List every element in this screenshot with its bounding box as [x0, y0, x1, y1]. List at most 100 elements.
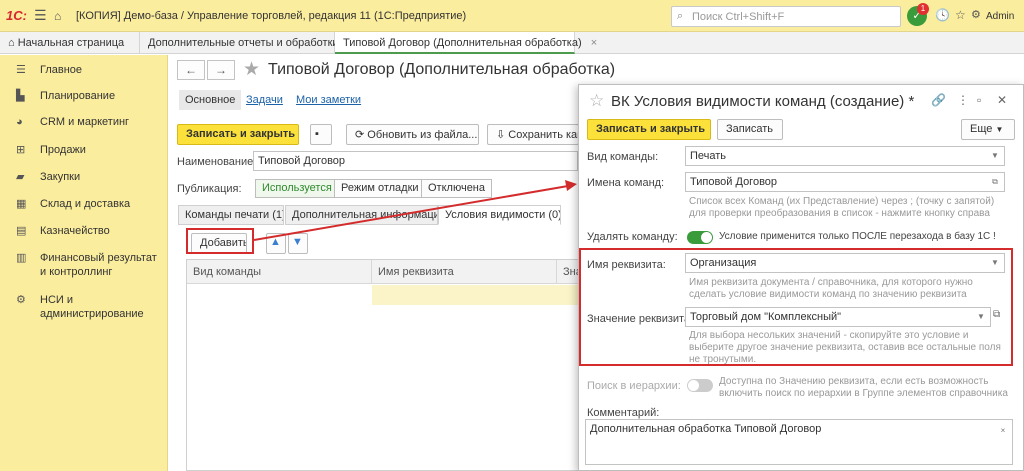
chevron-down-icon: ▼: [977, 312, 985, 321]
names-field[interactable]: Типовой Договор ⧉: [685, 172, 1005, 192]
search-input[interactable]: ⌕ Поиск Ctrl+Shift+F: [671, 6, 901, 27]
menu-icon[interactable]: ☰: [34, 7, 47, 24]
hier-toggle[interactable]: [687, 379, 713, 392]
save-to-file-button[interactable]: ⇩ Сохранить как: [487, 124, 579, 145]
nav-main[interactable]: Основное: [179, 90, 242, 110]
delete-label: Удалять команду:: [587, 231, 678, 243]
val-label: Значение реквизита:: [587, 313, 694, 325]
val-hint-3: не тронутыми.: [689, 354, 757, 365]
refresh-from-file-button[interactable]: ⟳ Обновить из файла...: [346, 124, 479, 145]
publication-debug[interactable]: Режим отладки: [334, 179, 426, 198]
refresh-icon: ⟳: [355, 129, 368, 141]
back-button[interactable]: ←: [177, 60, 205, 80]
tab-print-commands[interactable]: Команды печати (1): [178, 205, 284, 225]
attr-select[interactable]: Организация ▼: [685, 253, 1005, 273]
sidebar-item-crm[interactable]: ◕ CRM и маркетинг: [0, 115, 168, 129]
table-row[interactable]: [372, 285, 585, 305]
sidebar-item-main[interactable]: ☰ Главное: [0, 63, 168, 77]
kind-select[interactable]: Печать ▼: [685, 146, 1005, 166]
attr-hint-1: Имя реквизита документа / справочника, д…: [689, 277, 973, 288]
history-icon[interactable]: 🕓: [935, 8, 950, 22]
save-close-button[interactable]: Записать и закрыть: [177, 124, 299, 145]
column-header[interactable]: Имя реквизита: [372, 260, 557, 284]
sidebar: ☰ Главное ▙ Планирование ◕ CRM и маркетинг …: [0, 55, 168, 471]
open-icon[interactable]: ⧉: [993, 309, 1000, 320]
hier-hint-2: включить поиск по иерархии в Группе элем…: [719, 388, 1008, 399]
home-tab-icon: ⌂: [8, 37, 15, 49]
column-header[interactable]: Вид команды: [187, 260, 372, 284]
search-icon: ⌕: [677, 10, 684, 22]
sidebar-item-nsi[interactable]: ⚙ НСИ и администрирование: [0, 293, 150, 321]
kind-value: Печать: [690, 150, 727, 162]
nav-tasks[interactable]: Задачи: [246, 94, 283, 106]
delete-toggle[interactable]: [687, 231, 713, 244]
dialog-more-button[interactable]: Еще ▼: [961, 119, 1015, 140]
sidebar-item-label: Закупки: [40, 171, 81, 183]
close-tab-icon[interactable]: ×: [591, 37, 597, 49]
tab-visibility-conditions[interactable]: Условия видимости (0): [438, 205, 561, 225]
list-icon: ☰: [16, 64, 26, 76]
toggle-knob: [701, 232, 712, 243]
publication-label: Публикация:: [177, 183, 242, 195]
user-name[interactable]: Admin: [986, 11, 1014, 22]
open-icon[interactable]: ⧉: [988, 175, 1002, 189]
name-field[interactable]: Типовой Договор: [253, 151, 578, 171]
toggle-knob: [688, 380, 699, 391]
sidebar-item-label: Склад и доставка: [40, 198, 131, 210]
sidebar-item-finance[interactable]: ▥ Финансовый результат и контроллинг: [0, 251, 160, 279]
sidebar-item-label: CRM и маркетинг: [40, 116, 130, 128]
refresh-label: Обновить из файла...: [367, 129, 478, 141]
names-value: Типовой Договор: [690, 176, 778, 188]
tab-additional-reports[interactable]: Дополнительные отчеты и обработки: [140, 32, 339, 54]
kind-label: Вид команды:: [587, 151, 659, 163]
money-icon: ▤: [16, 225, 27, 237]
tab-typical-contract[interactable]: Типовой Договор (Дополнительная обработк…: [335, 32, 597, 54]
link-icon[interactable]: 🔗: [931, 93, 946, 107]
search-placeholder: Поиск Ctrl+Shift+F: [692, 11, 785, 23]
sidebar-item-planning[interactable]: ▙ Планирование: [0, 89, 168, 103]
home-icon[interactable]: ⌂: [54, 9, 61, 23]
comment-value: Дополнительная обработка Типовой Договор: [590, 423, 822, 435]
add-highlight: [186, 228, 254, 254]
publication-in-use[interactable]: Используется: [255, 179, 339, 198]
sidebar-item-treasury[interactable]: ▤ Казначейство: [0, 224, 168, 238]
tab-label: Типовой Договор (Дополнительная обработк…: [343, 37, 582, 49]
dialog-save-button[interactable]: Записать: [717, 119, 783, 140]
more-options-icon[interactable]: ⋮: [957, 93, 969, 107]
nav-notes[interactable]: Мои заметки: [296, 94, 361, 106]
name-label: Наименование:: [177, 156, 257, 168]
settings-icon[interactable]: ⚙: [971, 8, 981, 21]
dialog-title: ВК Условия видимости команд (создание) *: [611, 93, 915, 110]
dialog-save-close-button[interactable]: Записать и закрыть: [587, 119, 711, 140]
val-hint-1: Для выбора несольких значений - скопируй…: [689, 330, 969, 341]
sidebar-item-purchases[interactable]: ▰ Закупки: [0, 170, 168, 184]
clear-icon[interactable]: ×: [996, 424, 1010, 438]
tab-home[interactable]: ⌂ Начальная страница: [0, 32, 140, 54]
title-bar: 1С: ☰ ⌂ [КОПИЯ] Демо-база / Управление т…: [0, 0, 1024, 32]
publication-disabled[interactable]: Отключена: [421, 179, 492, 198]
forward-button[interactable]: →: [207, 60, 235, 80]
save-disk-icon[interactable]: ▪: [310, 124, 332, 145]
comment-field[interactable]: Дополнительная обработка Типовой Договор…: [585, 419, 1013, 465]
attr-value: Организация: [690, 257, 757, 269]
val-select[interactable]: Торговый дом "Комплексный" ▼: [685, 307, 991, 327]
chevron-down-icon: ▼: [995, 125, 1004, 134]
names-label: Имена команд:: [587, 177, 665, 189]
tab-additional-info[interactable]: Дополнительная информация: [285, 205, 438, 225]
sidebar-item-label: Финансовый результат и контроллинг: [40, 252, 157, 278]
sidebar-item-warehouse[interactable]: ▦ Склад и доставка: [0, 197, 168, 211]
close-icon[interactable]: ✕: [997, 93, 1007, 107]
minimize-icon[interactable]: ▫: [977, 93, 981, 107]
chevron-down-icon: ▼: [991, 151, 999, 160]
chart-icon: ▙: [16, 90, 25, 102]
sidebar-item-label: НСИ и администрирование: [40, 294, 144, 320]
favorite-star-icon[interactable]: ★: [243, 58, 260, 81]
favorite-star-icon[interactable]: ☆: [589, 91, 604, 111]
favorites-icon[interactable]: ☆: [955, 8, 966, 22]
pie-icon: ◕: [16, 116, 23, 128]
move-up-icon[interactable]: ▲: [266, 233, 286, 254]
chevron-down-icon: ▼: [991, 258, 999, 267]
comment-label: Комментарий:: [587, 407, 660, 419]
move-down-icon[interactable]: ▼: [288, 233, 308, 254]
sidebar-item-sales[interactable]: ⊞ Продажи: [0, 143, 168, 157]
